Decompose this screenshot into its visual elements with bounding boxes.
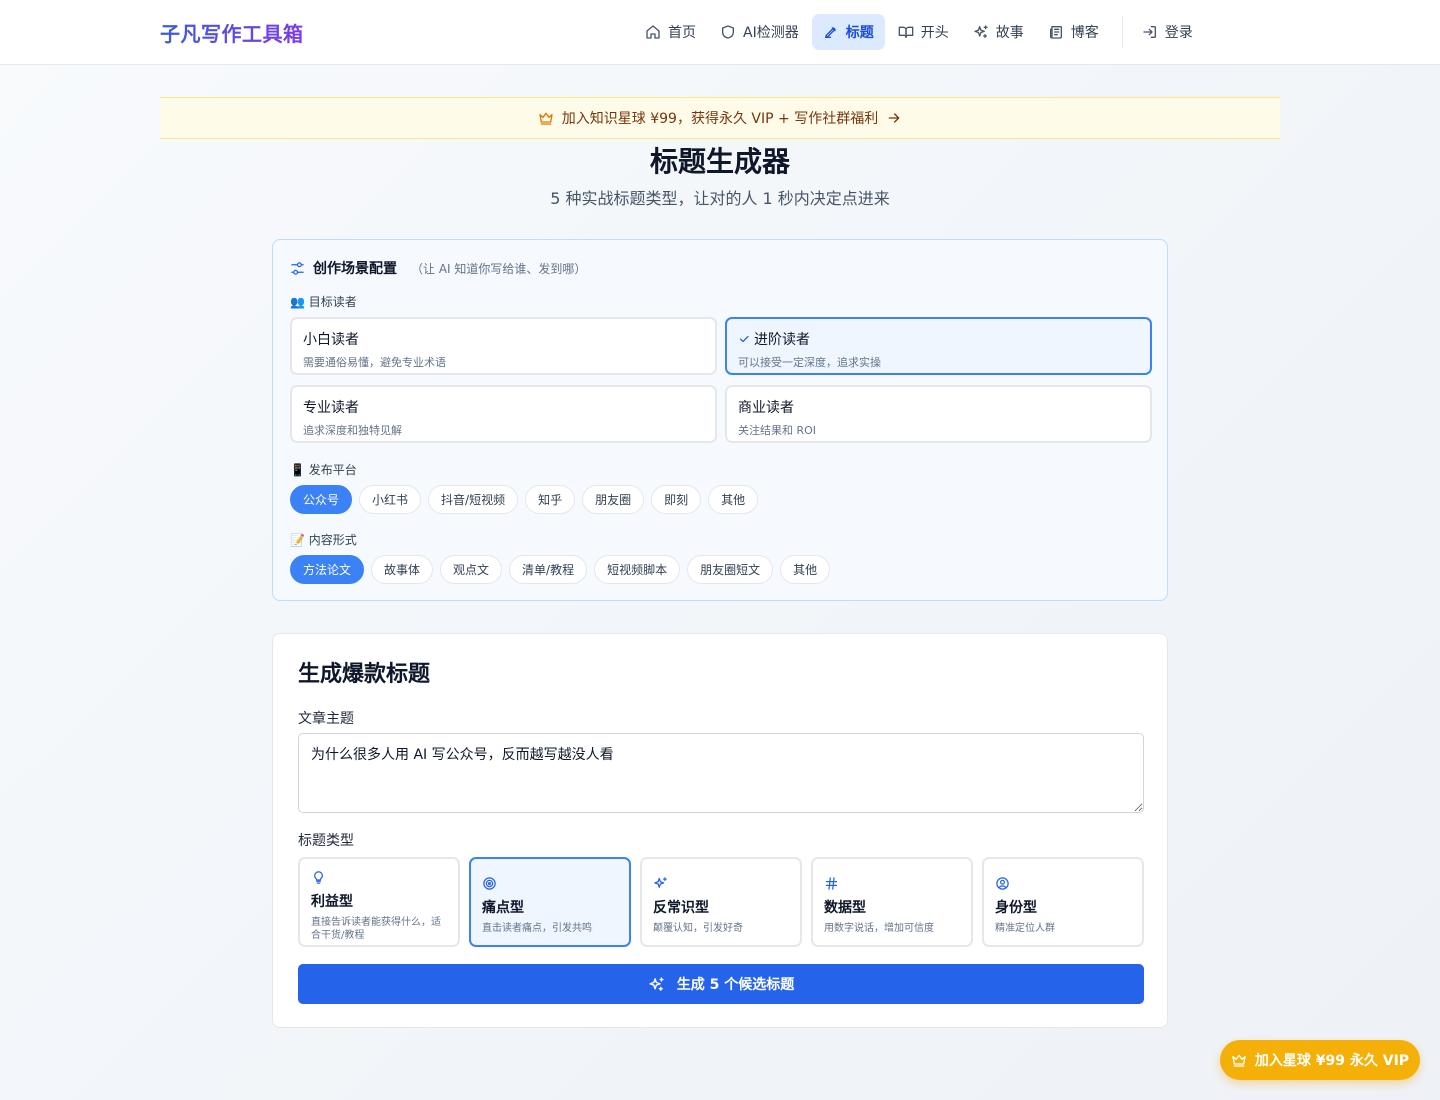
reader-desc: 关注结果和 ROI [738,424,817,437]
banner-text: 加入知识星球 ¥99，获得永久 VIP + 写作社群福利 [561,111,879,127]
lightbulb-icon [311,870,447,885]
arrow-right-icon [886,110,902,126]
pen-icon [823,24,839,40]
format-chip-story[interactable]: 故事体 [371,555,434,584]
nav-divider [1121,16,1123,48]
nav-label: 开头 [920,25,949,41]
page-subtitle: 5 种实战标题类型，让对的人 1 秒内决定点进来 [550,189,890,208]
type-desc: 直接告诉读者能获得什么，适合干货/教程 [311,917,441,941]
type-option-data[interactable]: 数据型 用数字说话，增加可信度 [811,857,973,947]
hash-icon [824,876,960,891]
floating-vip-label: 加入星球 ¥99 永久 VIP [1254,1053,1410,1069]
platform-chip-other[interactable]: 其他 [708,485,759,514]
reader-name: 小白读者 [303,332,359,348]
nav-item-title[interactable]: 标题 [811,14,885,50]
sliders-icon [290,261,305,276]
platform-chip-moments[interactable]: 朋友圈 [582,485,645,514]
platform-chip-douyin[interactable]: 抖音/短视频 [428,485,519,514]
type-name: 反常识型 [653,900,709,916]
nav-item-home[interactable]: 首页 [634,14,707,50]
nav-label: 故事 [995,25,1024,41]
format-chip-video-script[interactable]: 短视频脚本 [594,555,681,584]
format-chips: 方法论文 故事体 观点文 清单/教程 短视频脚本 朋友圈短文 其他 [290,555,831,584]
platform-chip-wechat[interactable]: 公众号 [290,485,353,514]
vip-banner[interactable]: 加入知识星球 ¥99，获得永久 VIP + 写作社群福利 [160,97,1280,139]
reader-name: 专业读者 [303,400,359,416]
platform-chip-jike[interactable]: 即刻 [651,485,702,514]
generator-title: 生成爆款标题 [298,662,431,687]
book-open-icon [898,24,914,40]
type-name: 痛点型 [482,900,524,916]
type-option-benefit[interactable]: 利益型 直接告诉读者能获得什么，适合干货/教程 [298,857,460,947]
generate-button-label: 生成 5 个候选标题 [676,977,795,993]
home-icon [645,24,661,40]
type-name: 数据型 [824,900,866,916]
config-title: 创作场景配置 [313,261,397,277]
type-option-pain-point[interactable]: 痛点型 直击读者痛点，引发共鸣 [469,857,631,947]
scene-config-card: 创作场景配置 （让 AI 知道你写给谁、发到哪） 👥 目标读者 小白读者 需要通… [272,239,1168,601]
login-label: 登录 [1164,25,1193,41]
platform-label: 📱 发布平台 [290,463,357,477]
format-chip-tutorial[interactable]: 清单/教程 [509,555,588,584]
sparkles-icon [653,876,789,891]
reader-desc: 追求深度和独特见解 [303,424,402,437]
page-title: 标题生成器 [649,145,790,178]
config-header: 创作场景配置 （让 AI 知道你写给谁、发到哪） [290,258,586,278]
type-option-counterintuitive[interactable]: 反常识型 颠覆认知，引发好奇 [640,857,802,947]
target-icon [482,876,618,891]
nav-label: 首页 [668,25,696,41]
type-desc: 用数字说话，增加可信度 [824,923,934,934]
format-chip-moments-post[interactable]: 朋友圈短文 [687,555,774,584]
login-icon [1142,24,1158,40]
reader-name: 商业读者 [738,400,794,416]
nav-item-opening[interactable]: 开头 [887,14,960,50]
floating-vip-button[interactable]: 加入星球 ¥99 永久 VIP [1220,1040,1420,1080]
type-label: 标题类型 [298,833,354,849]
platform-chips: 公众号 小红书 抖音/短视频 知乎 朋友圈 即刻 其他 [290,485,759,514]
title-generator-card: 生成爆款标题 文章主题 为什么很多人用 AI 写公众号，反而越写越没人看 标题类… [272,633,1168,1028]
site-logo[interactable]: 子凡写作工具箱 [160,18,304,47]
type-name: 身份型 [995,900,1037,916]
crown-icon [1231,1052,1247,1068]
sparkles-icon [973,24,989,40]
generate-titles-button[interactable]: 生成 5 个候选标题 [298,964,1144,1004]
main-nav: 首页 AI检测器 标题 开头 故事 博客 登录 [634,14,1206,50]
config-hint: （让 AI 知道你写给谁、发到哪） [411,261,587,276]
shield-icon [720,24,736,40]
topic-input[interactable]: 为什么很多人用 AI 写公众号，反而越写越没人看 [298,733,1144,813]
reader-label: 👥 目标读者 [290,295,357,309]
format-chip-opinion[interactable]: 观点文 [440,555,503,584]
reader-option-business[interactable]: 商业读者 关注结果和 ROI [725,385,1152,443]
format-label: 📝 内容形式 [290,533,357,547]
sparkles-icon [648,976,665,993]
format-chip-methodology[interactable]: 方法论文 [290,555,365,584]
nav-item-blog[interactable]: 博客 [1037,14,1110,50]
newspaper-icon [1048,24,1064,40]
type-name: 利益型 [311,894,353,910]
format-chip-other[interactable]: 其他 [780,555,831,584]
crown-icon [538,110,554,126]
type-desc: 颠覆认知，引发好奇 [653,923,743,934]
login-button[interactable]: 登录 [1131,14,1204,50]
nav-label: 博客 [1070,25,1099,41]
reader-option-beginner[interactable]: 小白读者 需要通俗易懂，避免专业术语 [290,317,717,375]
reader-desc: 可以接受一定深度，追求实操 [738,356,881,369]
type-option-identity[interactable]: 身份型 精准定位人群 [982,857,1144,947]
reader-name: 进阶读者 [754,332,810,348]
top-header: 子凡写作工具箱 首页 AI检测器 标题 开头 故事 博客 登录 [0,0,1440,65]
platform-chip-xiaohongshu[interactable]: 小红书 [359,485,422,514]
nav-label: AI检测器 [743,25,799,41]
reader-desc: 需要通俗易懂，避免专业术语 [303,356,446,369]
topic-label: 文章主题 [298,711,354,727]
user-circle-icon [995,876,1131,891]
check-icon [738,333,750,345]
type-desc: 直击读者痛点，引发共鸣 [482,923,592,934]
reader-option-professional[interactable]: 专业读者 追求深度和独特见解 [290,385,717,443]
reader-option-advanced[interactable]: 进阶读者 可以接受一定深度，追求实操 [725,317,1152,375]
nav-item-story[interactable]: 故事 [962,14,1035,50]
platform-chip-zhihu[interactable]: 知乎 [525,485,576,514]
nav-label: 标题 [845,25,874,41]
type-desc: 精准定位人群 [995,923,1055,934]
nav-item-ai-detector[interactable]: AI检测器 [709,14,810,50]
